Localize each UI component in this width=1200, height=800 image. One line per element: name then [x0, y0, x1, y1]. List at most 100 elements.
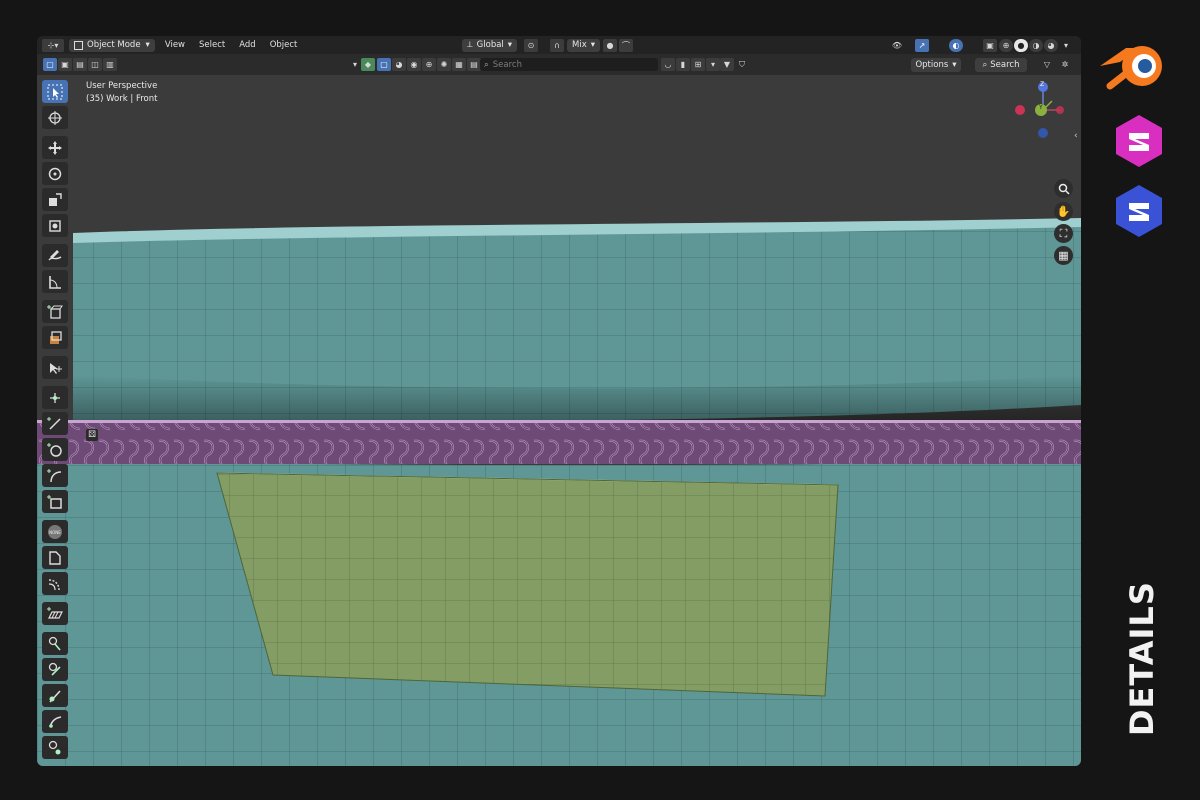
bevel-tool-icon[interactable]: [42, 546, 68, 569]
visibility-icon[interactable]: 👁: [890, 39, 904, 52]
sort-icon[interactable]: ⊞: [691, 58, 705, 71]
search-button-label: Search: [990, 60, 1020, 70]
snap-target-label: Mix: [572, 40, 587, 50]
pin-brush-tool-icon[interactable]: [42, 658, 68, 681]
hand-pan-icon[interactable]: ✋: [1054, 202, 1073, 221]
grid-fill-tool-icon[interactable]: [42, 602, 68, 625]
select-invert-icon[interactable]: ◫: [88, 58, 102, 71]
object-origin-icon: ⚄: [86, 429, 98, 441]
smooth-tool-icon[interactable]: [42, 710, 68, 733]
outliner-search-field[interactable]: ⌕ Search: [480, 58, 658, 71]
chevron-down-icon[interactable]: ▾: [706, 58, 720, 71]
viewport-scene: [37, 75, 1081, 766]
menu-object[interactable]: Object: [270, 40, 298, 50]
left-toolbar: NONE: [42, 80, 72, 762]
menu-select[interactable]: Select: [199, 40, 225, 50]
filter-light-icon[interactable]: ✺: [437, 58, 451, 71]
chevron-down-icon: ▾: [145, 40, 150, 50]
shield-icon[interactable]: ⛉: [735, 58, 749, 71]
editor-type-icon[interactable]: ⊹▾: [42, 38, 64, 52]
select-cursor-tool-icon[interactable]: [42, 356, 68, 379]
details-label: DETAILS: [1123, 581, 1161, 736]
object-mode-icon: [74, 40, 83, 50]
view-name: User Perspective: [86, 81, 158, 91]
sidebar-toggle-icon[interactable]: ‹: [1074, 131, 1078, 141]
grab-tool-icon[interactable]: [42, 736, 68, 759]
cursor-tool-icon[interactable]: [42, 106, 68, 129]
chevron-down-icon: ▾: [590, 40, 596, 50]
shading-options-icon[interactable]: ▾: [1059, 39, 1073, 52]
menu-add[interactable]: Add: [239, 40, 255, 50]
measure-tool-icon[interactable]: [42, 270, 68, 293]
select-box-tool-icon[interactable]: [42, 80, 68, 103]
rectangle-tool-icon[interactable]: [42, 490, 68, 513]
solid-shading-icon[interactable]: ●: [1014, 38, 1028, 52]
gizmo-toggle-icon[interactable]: ↗: [915, 38, 929, 52]
snap-target-dropdown[interactable]: Mix ▾: [567, 38, 601, 52]
snap-icon[interactable]: ∩: [550, 38, 564, 52]
circle-tool-icon[interactable]: [42, 438, 68, 461]
grid-perspective-icon[interactable]: ▦: [1054, 246, 1073, 265]
material-shading-icon[interactable]: ◑: [1029, 38, 1043, 52]
scale-tool-icon[interactable]: [42, 188, 68, 211]
mode-dropdown[interactable]: Object Mode ▾: [69, 38, 155, 52]
filter-world-icon[interactable]: ◉: [407, 58, 421, 71]
mode-label: Object Mode: [87, 40, 141, 50]
filter-texture-icon[interactable]: ▤: [467, 58, 481, 71]
data-type-icon[interactable]: ◆: [361, 58, 375, 71]
filter-scene-icon[interactable]: ⊕: [422, 58, 436, 71]
search-icon: ⌕: [484, 59, 489, 70]
chevron-down-icon[interactable]: ▾: [348, 58, 362, 71]
proportional-edit-icon[interactable]: ●: [603, 38, 617, 52]
xray-icon[interactable]: ▣: [983, 38, 997, 52]
gear-icon[interactable]: ✲: [1058, 58, 1072, 71]
blender-window: ⊹▾ Object Mode ▾ View Select Add Object …: [37, 36, 1081, 766]
tool-header: ▢ ▣ ▤ ◫ ▥ ▾ ◆ ▢ ◕ ◉ ⊕ ✺ ▦ ▤ ⌕ Search ◡ ▮…: [37, 54, 1081, 75]
vertex-tool-icon[interactable]: [42, 386, 68, 409]
chevron-down-icon: ▾: [952, 60, 957, 70]
clear-icon[interactable]: ◡: [661, 58, 675, 71]
gizmo-z-label: Z: [1040, 81, 1045, 88]
pin-tool-icon[interactable]: [42, 632, 68, 655]
zoom-icon[interactable]: [1054, 179, 1073, 198]
svg-text:NONE: NONE: [49, 530, 61, 535]
select-extend-icon[interactable]: ▣: [58, 58, 72, 71]
filter-funnel-icon[interactable]: ▽: [1040, 58, 1054, 71]
pivot-point-icon[interactable]: ⊙: [524, 38, 538, 52]
3d-viewport[interactable]: User Perspective (35) Work | Front ⚄ Z Y…: [37, 75, 1081, 766]
magenta-app-logo: [1116, 115, 1162, 167]
arc-tool-icon[interactable]: [42, 464, 68, 487]
gizmo-y-label: Y: [1039, 104, 1043, 111]
filter-camera-icon[interactable]: ▦: [452, 58, 466, 71]
rendered-shading-icon[interactable]: ◕: [1044, 38, 1058, 52]
transform-tool-icon[interactable]: [42, 214, 68, 237]
bookmark-icon[interactable]: ▮: [676, 58, 690, 71]
select-intersect-icon[interactable]: ▥: [103, 58, 117, 71]
brush-tool-icon[interactable]: [42, 684, 68, 707]
none-mode-icon[interactable]: NONE: [42, 520, 68, 543]
blender-logo: [1100, 46, 1162, 90]
rotate-tool-icon[interactable]: [42, 162, 68, 185]
transform-orientation-dropdown[interactable]: ⟂ Global ▾: [462, 38, 518, 52]
menu-view[interactable]: View: [165, 40, 185, 50]
select-subtract-icon[interactable]: ▤: [73, 58, 87, 71]
move-tool-icon[interactable]: [42, 136, 68, 159]
filter-object-icon[interactable]: ▢: [377, 58, 391, 71]
extrude-tool-icon[interactable]: [42, 326, 68, 349]
options-dropdown[interactable]: Options ▾: [911, 58, 961, 72]
filter-material-icon[interactable]: ◕: [392, 58, 406, 71]
falloff-icon[interactable]: ⌒: [619, 38, 633, 52]
loop-cut-tool-icon[interactable]: [42, 572, 68, 595]
edge-tool-icon[interactable]: [42, 412, 68, 435]
select-new-icon[interactable]: ▢: [43, 58, 57, 71]
orientation-icon: ⟂: [467, 40, 473, 50]
search-button[interactable]: ⌕ Search: [975, 58, 1027, 72]
camera-icon[interactable]: ⛶: [1054, 224, 1073, 243]
overlay-toggle-icon[interactable]: ◐: [949, 38, 963, 52]
filter-icon[interactable]: ▼: [720, 58, 734, 71]
collection-info: (35) Work | Front: [86, 94, 158, 104]
viewport-header: ⊹▾ Object Mode ▾ View Select Add Object …: [37, 36, 1081, 54]
wireframe-shading-icon[interactable]: ⊕: [999, 38, 1013, 52]
add-cube-tool-icon[interactable]: [42, 300, 68, 323]
annotate-tool-icon[interactable]: [42, 244, 68, 267]
